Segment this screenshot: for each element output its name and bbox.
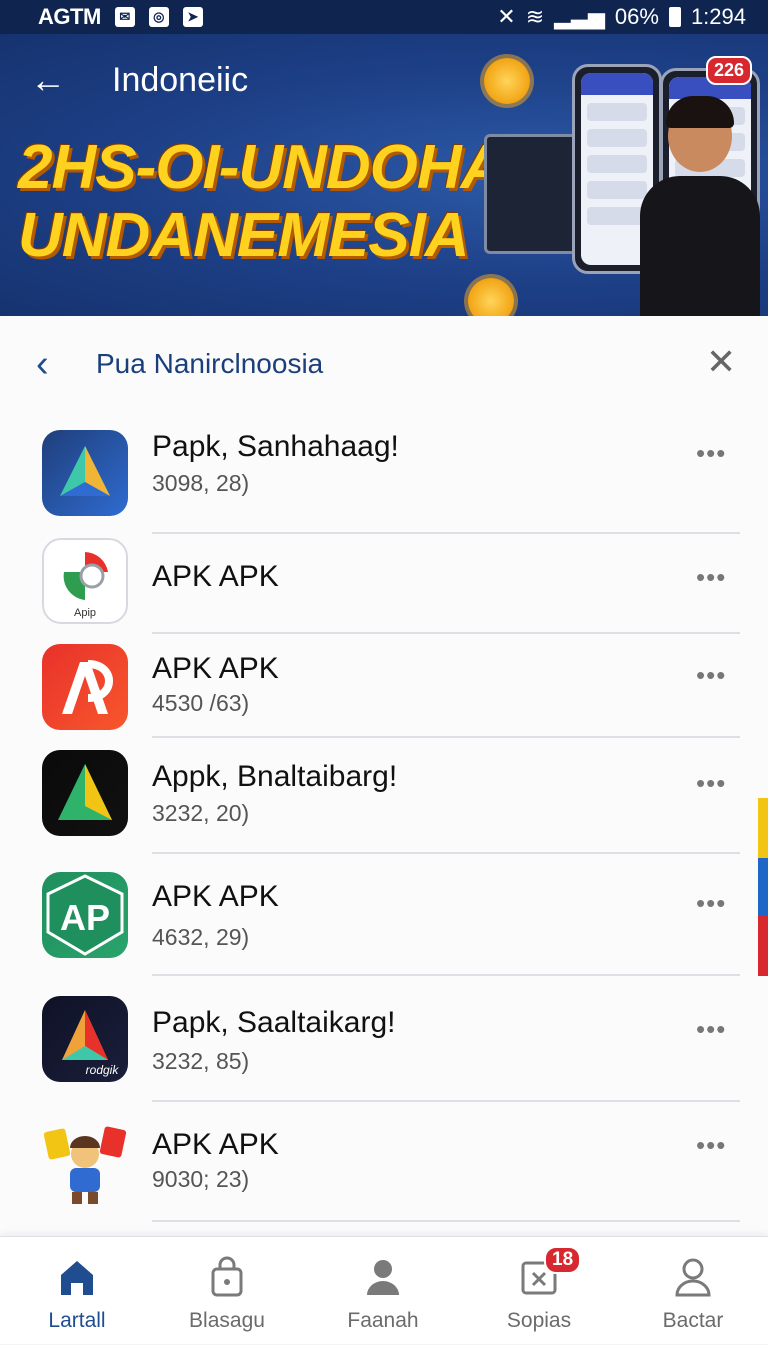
list-item[interactable]: APK APK 9030; 23) ••• (0, 1102, 768, 1222)
clock: 1:294 (690, 4, 746, 29)
sun-sticker-icon (468, 278, 514, 316)
app-subtitle: 3232, 85) (152, 1048, 250, 1074)
nav-item-person[interactable]: Faanah (306, 1237, 460, 1345)
svg-text:Apip: Apip (74, 607, 96, 619)
home-icon (61, 1261, 93, 1295)
more-options-icon[interactable]: ••• (696, 1014, 726, 1045)
side-tab-red[interactable] (758, 916, 768, 976)
close-icon[interactable]: ✕ (706, 342, 736, 382)
nav-icon: ➤ (182, 7, 203, 27)
hero-banner[interactable]: ← Indoneiic 2HS-OI-UNDOHAN UNDANEMESIA 2… (0, 34, 768, 316)
hero-title: Indoneiic (112, 61, 249, 99)
nav-label: Faanah (347, 1309, 419, 1332)
mail-icon: ✉ (114, 7, 135, 27)
more-options-icon[interactable]: ••• (696, 660, 726, 691)
person-icon (367, 1260, 399, 1295)
nav-item-profile[interactable]: Bactar (616, 1237, 768, 1345)
app-icon[interactable]: rodgik (42, 996, 128, 1082)
chevron-left-icon[interactable]: ‹ (36, 344, 49, 384)
side-tab-blue[interactable] (758, 858, 768, 916)
bottom-navigation: Lartall Blasagu Faanah Sopias Bactar (0, 1236, 768, 1344)
sun-sticker-icon (484, 58, 530, 104)
app-name: APK APK (152, 880, 279, 913)
profile-icon (675, 1258, 711, 1297)
hero-headline-line1: 2HS-OI-UNDOHAN (18, 133, 549, 202)
nav-label: Blasagu (189, 1309, 265, 1332)
status-bar: AGTM ✉ ◎ ➤ ✕ ≋ ▂▃▅ 06% 1:294 (0, 0, 768, 34)
hero-headline-line2: UNDANEMESIA (18, 201, 470, 270)
battery-icon (668, 7, 681, 27)
more-options-icon[interactable]: ••• (696, 562, 726, 593)
app-name: APK APK (152, 560, 279, 593)
more-options-icon[interactable]: ••• (696, 768, 726, 799)
svg-text:AP: AP (60, 897, 110, 938)
divider (152, 1220, 740, 1222)
app-name: Appk, Bnaltaibarg! (152, 760, 398, 793)
app-icon[interactable] (42, 750, 128, 836)
app-icon[interactable]: AP (42, 872, 128, 958)
presenter-illustration (640, 96, 760, 316)
mute-icon: ✕ (497, 4, 516, 29)
app-name: Papk, Sanhahaag! (152, 430, 399, 463)
nav-label: Sopias (506, 1309, 572, 1332)
app-subtitle: 9030; 23) (152, 1166, 250, 1192)
app-name: APK APK (152, 652, 279, 685)
wifi-icon: ≋ (525, 4, 545, 29)
panel-title: Pua Nanirclnoosia (96, 348, 324, 379)
back-arrow-icon[interactable]: ← (30, 60, 66, 100)
nav-badge: 18 (544, 1246, 582, 1274)
list-item[interactable]: Apip APK APK ••• (0, 534, 768, 634)
list-item[interactable]: Appk, Bnaltaibarg! 3232, 20) ••• (0, 738, 768, 854)
nav-label: Lartall (48, 1309, 106, 1332)
app-name: APK APK (152, 1128, 279, 1161)
signal-icon: ▂▃▅ (554, 4, 605, 29)
nav-item-home[interactable]: Lartall (0, 1237, 154, 1345)
more-options-icon[interactable]: ••• (696, 1130, 726, 1161)
more-options-icon[interactable]: ••• (696, 438, 726, 469)
app-icon[interactable] (42, 644, 128, 730)
app-subtitle: 4632, 29) (152, 924, 250, 950)
side-tab-yellow[interactable] (758, 798, 768, 858)
list-item[interactable]: APK APK 4530 /63) ••• (0, 634, 768, 738)
panel-header: ‹ Pua Nanirclnoosia ✕ (0, 342, 768, 386)
nav-item-bag[interactable]: Blasagu (150, 1237, 304, 1345)
app-icon[interactable]: Apip (42, 538, 128, 624)
carrier-label: AGTM (38, 4, 101, 29)
app-list: Papk, Sanhahaag! 3098, 28) ••• Apip APK APK •… (0, 416, 768, 1222)
list-item[interactable]: AP APK APK 4632, 29) ••• (0, 854, 768, 976)
nav-item-close-box[interactable]: Sopias (462, 1237, 616, 1345)
more-options-icon[interactable]: ••• (696, 888, 726, 919)
battery-level: 06% (614, 4, 659, 29)
app-subtitle: 3232, 20) (152, 800, 250, 826)
app-icon[interactable] (42, 430, 128, 516)
app-icon[interactable] (42, 1122, 128, 1208)
svg-text:rodgik: rodgik (86, 1063, 120, 1077)
list-item[interactable]: rodgik Papk, Saaltaikarg! 3232, 85) ••• (0, 976, 768, 1102)
laptop-illustration (484, 134, 584, 254)
notification-badge: 226 (706, 56, 753, 85)
bag-icon (211, 1256, 243, 1297)
nav-label: Bactar (662, 1309, 724, 1332)
app-name: Papk, Saaltaikarg! (152, 1006, 396, 1039)
app-subtitle: 4530 /63) (152, 690, 250, 716)
app-icon: ◎ (148, 7, 169, 27)
app-subtitle: 3098, 28) (152, 470, 250, 496)
app-list-panel: ‹ Pua Nanirclnoosia ✕ Papk, Sanhahaag! 30… (0, 316, 768, 1236)
list-item[interactable]: Papk, Sanhahaag! 3098, 28) ••• (0, 416, 768, 534)
